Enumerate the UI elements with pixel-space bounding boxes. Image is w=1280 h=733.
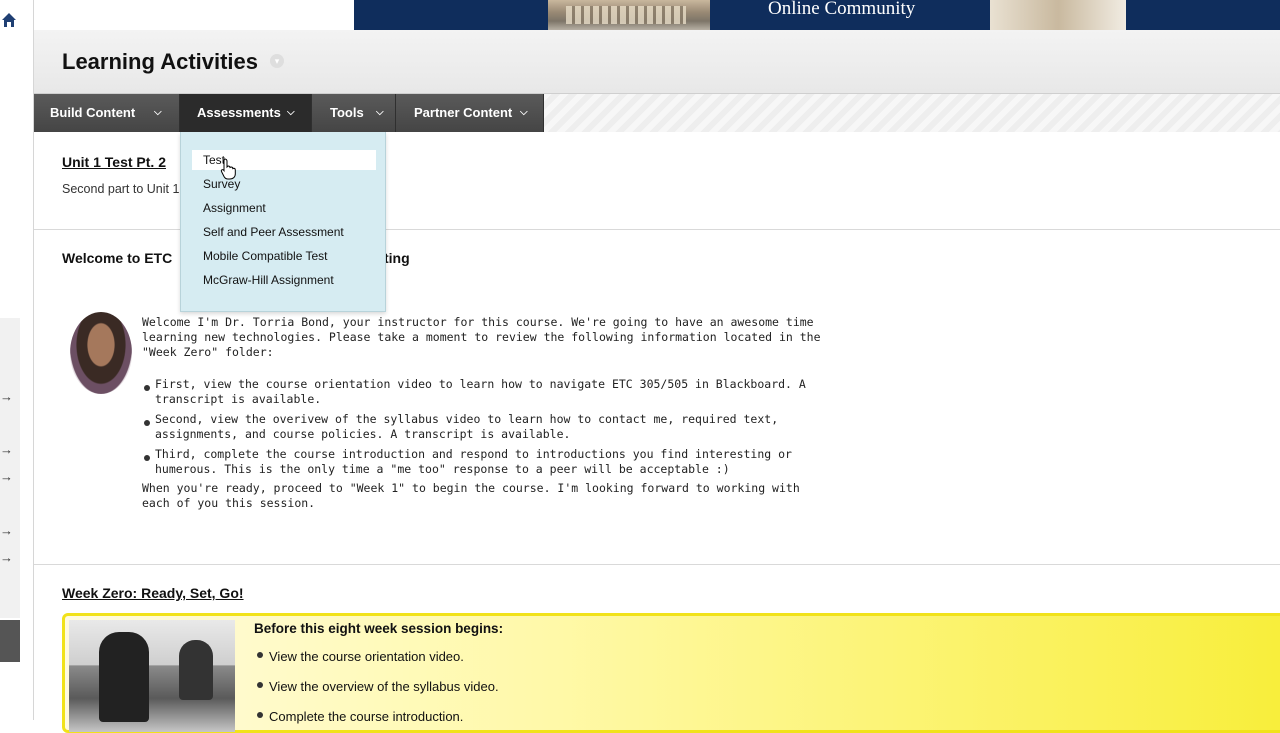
course-banner: Online Community (354, 0, 1280, 30)
assessments-menu[interactable]: Assessments ⌵ (180, 94, 312, 132)
unit-test-description: Second part to Unit 1 (62, 182, 180, 196)
welcome-bullet-line: Second, view the overivew of the syllabu… (155, 412, 779, 426)
partner-content-menu[interactable]: Partner Content ⌵ (396, 94, 544, 132)
chevron-down-icon: ⌵ (287, 107, 295, 118)
runners-photo (69, 620, 235, 732)
menu-label: Partner Content (414, 105, 513, 120)
welcome-bullet-line: Third, complete the course introduction … (155, 447, 792, 461)
panel-toggle[interactable] (0, 620, 20, 662)
bullet-icon (257, 652, 263, 658)
banner-photo-building (548, 0, 710, 30)
welcome-title-right: ting (384, 250, 410, 266)
bullet-icon (257, 682, 263, 688)
chevron-down-icon: ⌵ (154, 107, 162, 118)
chevron-down-icon: ⌵ (376, 107, 384, 118)
welcome-closing-line: each of you this session. (142, 496, 316, 510)
page-title: Learning Activities (62, 49, 259, 74)
arrow-icon[interactable]: → (0, 443, 13, 456)
week-zero-bullet: Complete the course introduction. (269, 709, 464, 724)
welcome-text-line: learning new technologies. Please take a… (142, 330, 821, 344)
arrow-icon[interactable]: → (0, 551, 13, 564)
week-zero-bullet: View the overview of the syllabus video. (269, 679, 499, 694)
action-bar: Build Content ⌵ Assessments ⌵ Tools ⌵ Pa… (34, 94, 1280, 132)
banner-title: Online Community (768, 0, 916, 19)
tools-menu[interactable]: Tools ⌵ (312, 94, 396, 132)
arrow-icon[interactable]: → (0, 390, 13, 403)
bullet-icon (257, 712, 263, 718)
page-header: Learning Activities ▾ (34, 30, 1280, 94)
menu-item-mcgraw-hill-assignment[interactable]: McGraw-Hill Assignment (203, 270, 334, 290)
divider (34, 564, 1280, 565)
instructor-avatar (70, 312, 132, 394)
welcome-title-left: Welcome to ETC (62, 250, 173, 266)
week-zero-title[interactable]: Week Zero: Ready, Set, Go! (62, 585, 244, 601)
welcome-text-line: Welcome I'm Dr. Torria Bond, your instru… (142, 315, 814, 329)
build-content-menu[interactable]: Build Content ⌵ (34, 94, 180, 132)
menu-label: Tools (330, 105, 364, 120)
week-zero-box: Before this eight week session begins: V… (62, 613, 1280, 733)
welcome-bullet-line: humerous. This is the only time a "me to… (155, 462, 730, 476)
welcome-bullet-line: First, view the course orientation video… (155, 377, 806, 391)
week-zero-heading: Before this eight week session begins: (254, 621, 504, 636)
welcome-text-line: "Week Zero" folder: (142, 345, 274, 359)
week-zero-bullet: View the course orientation video. (269, 649, 464, 664)
unit-test-title[interactable]: Unit 1 Test Pt. 2 (62, 154, 166, 170)
welcome-closing-line: When you're ready, proceed to "Week 1" t… (142, 481, 800, 495)
welcome-bullet-line: assignments, and course policies. A tran… (155, 427, 571, 441)
menu-item-self-peer-assessment[interactable]: Self and Peer Assessment (203, 222, 344, 242)
home-icon[interactable] (1, 12, 17, 28)
bullet-icon (144, 420, 150, 426)
menu-item-assignment[interactable]: Assignment (203, 198, 266, 218)
banner-photo-desk (990, 0, 1126, 30)
menu-label: Build Content (50, 105, 136, 120)
hand-cursor-icon (220, 158, 236, 180)
menu-item-mobile-compatible-test[interactable]: Mobile Compatible Test (203, 246, 328, 266)
bullet-icon (144, 455, 150, 461)
arrow-icon[interactable]: → (0, 524, 13, 537)
chevron-down-icon: ⌵ (520, 107, 528, 118)
left-panel-strip: → → → → → (0, 0, 34, 720)
assessments-dropdown: Test Survey Assignment Self and Peer Ass… (180, 132, 386, 312)
arrow-icon[interactable]: → (0, 470, 13, 483)
menu-label: Assessments (197, 105, 281, 120)
bullet-icon (144, 385, 150, 391)
title-options-chevron-icon[interactable]: ▾ (270, 54, 284, 68)
welcome-bullet-line: transcript is available. (155, 392, 322, 406)
